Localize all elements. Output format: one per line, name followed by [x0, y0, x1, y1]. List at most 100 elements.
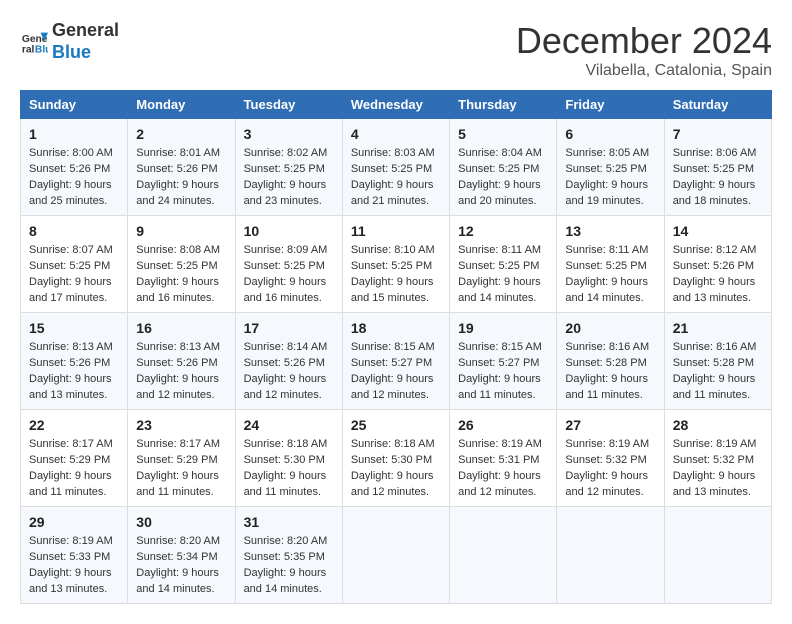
- daylight-text: Daylight: 9 hours and 17 minutes.: [29, 276, 112, 304]
- month-title: December 2024: [516, 20, 772, 62]
- svg-text:Blue: Blue: [35, 44, 48, 55]
- sunrise-text: Sunrise: 8:19 AM: [29, 535, 113, 547]
- day-number: 30: [136, 512, 226, 532]
- day-number: 1: [29, 124, 119, 144]
- calendar-row: 15Sunrise: 8:13 AMSunset: 5:26 PMDayligh…: [21, 313, 772, 410]
- calendar-cell: 5Sunrise: 8:04 AMSunset: 5:25 PMDaylight…: [450, 119, 557, 216]
- daylight-text: Daylight: 9 hours and 16 minutes.: [244, 276, 327, 304]
- sunset-text: Sunset: 5:25 PM: [565, 260, 646, 272]
- sunset-text: Sunset: 5:31 PM: [458, 454, 539, 466]
- calendar-cell: 23 Sunrise: 8:17 AM Sunset: 5:29 PM Dayligh…: [128, 410, 235, 507]
- day-number: 25: [351, 415, 441, 435]
- sunrise-text: Sunrise: 8:13 AM: [29, 341, 113, 353]
- sunrise-text: Sunrise: 8:17 AM: [136, 438, 220, 450]
- sunrise-text: Sunrise: 8:03 AM: [351, 147, 435, 159]
- day-number: 22: [29, 415, 119, 435]
- daylight-text: Daylight: 9 hours and 11 minutes.: [458, 373, 541, 401]
- svg-text:ral: ral: [22, 44, 35, 55]
- day-number: 27: [565, 415, 655, 435]
- calendar-cell: 30Sunrise: 8:20 AMSunset: 5:34 PMDayligh…: [128, 507, 235, 604]
- sunset-text: Sunset: 5:25 PM: [136, 260, 217, 272]
- sunrise-text: Sunrise: 8:05 AM: [565, 147, 649, 159]
- calendar-row: 8Sunrise: 8:07 AMSunset: 5:25 PMDaylight…: [21, 216, 772, 313]
- title-area: December 2024 Vilabella, Catalonia, Spai…: [516, 20, 772, 80]
- calendar-cell: [557, 507, 664, 604]
- sunrise-text: Sunrise: 8:15 AM: [458, 341, 542, 353]
- calendar-row: 22 Sunrise: 8:17 AM Sunset: 5:29 PM Dayligh…: [21, 410, 772, 507]
- col-monday: Monday: [128, 91, 235, 119]
- calendar-cell: 2Sunrise: 8:01 AMSunset: 5:26 PMDaylight…: [128, 119, 235, 216]
- sunset-text: Sunset: 5:30 PM: [351, 454, 432, 466]
- calendar-cell: 15Sunrise: 8:13 AMSunset: 5:26 PMDayligh…: [21, 313, 128, 410]
- logo-icon: Gene ral Blue: [20, 28, 48, 56]
- calendar-cell: 20Sunrise: 8:16 AMSunset: 5:28 PMDayligh…: [557, 313, 664, 410]
- sunrise-text: Sunrise: 8:10 AM: [351, 244, 435, 256]
- sunrise-text: Sunrise: 8:07 AM: [29, 244, 113, 256]
- calendar-row: 1Sunrise: 8:00 AMSunset: 5:26 PMDaylight…: [21, 119, 772, 216]
- day-number: 6: [565, 124, 655, 144]
- daylight-text: Daylight: 9 hours and 15 minutes.: [351, 276, 434, 304]
- daylight-text: Daylight: 9 hours and 24 minutes.: [136, 179, 219, 207]
- logo-line1: General: [52, 20, 119, 42]
- calendar-cell: 14Sunrise: 8:12 AMSunset: 5:26 PMDayligh…: [664, 216, 771, 313]
- sunset-text: Sunset: 5:28 PM: [565, 357, 646, 369]
- calendar-cell: 16Sunrise: 8:13 AMSunset: 5:26 PMDayligh…: [128, 313, 235, 410]
- calendar-cell: 24Sunrise: 8:18 AMSunset: 5:30 PMDayligh…: [235, 410, 342, 507]
- sunset-text: Sunset: 5:32 PM: [673, 454, 754, 466]
- sunset-text: Sunset: 5:25 PM: [565, 163, 646, 175]
- daylight-text: Daylight: 9 hours and 11 minutes.: [29, 470, 112, 498]
- day-number: 19: [458, 318, 548, 338]
- col-thursday: Thursday: [450, 91, 557, 119]
- calendar-cell: 26Sunrise: 8:19 AMSunset: 5:31 PMDayligh…: [450, 410, 557, 507]
- sunrise-text: Sunrise: 8:06 AM: [673, 147, 757, 159]
- calendar-cell: 1Sunrise: 8:00 AMSunset: 5:26 PMDaylight…: [21, 119, 128, 216]
- daylight-text: Daylight: 9 hours and 12 minutes.: [136, 373, 219, 401]
- day-number: 26: [458, 415, 548, 435]
- day-number: 13: [565, 221, 655, 241]
- day-number: 18: [351, 318, 441, 338]
- daylight-text: Daylight: 9 hours and 12 minutes.: [565, 470, 648, 498]
- calendar-cell: 8Sunrise: 8:07 AMSunset: 5:25 PMDaylight…: [21, 216, 128, 313]
- day-number: 15: [29, 318, 119, 338]
- sunrise-text: Sunrise: 8:20 AM: [244, 535, 328, 547]
- col-friday: Friday: [557, 91, 664, 119]
- sunrise-text: Sunrise: 8:11 AM: [565, 244, 648, 256]
- calendar-cell: 21Sunrise: 8:16 AMSunset: 5:28 PMDayligh…: [664, 313, 771, 410]
- sunrise-text: Sunrise: 8:18 AM: [244, 438, 328, 450]
- sunset-text: Sunset: 5:26 PM: [673, 260, 754, 272]
- calendar-table: Sunday Monday Tuesday Wednesday Thursday…: [20, 90, 772, 604]
- sunset-text: Sunset: 5:25 PM: [458, 260, 539, 272]
- sunrise-text: Sunrise: 8:16 AM: [673, 341, 757, 353]
- day-number: 17: [244, 318, 334, 338]
- calendar-cell: 10Sunrise: 8:09 AMSunset: 5:25 PMDayligh…: [235, 216, 342, 313]
- col-sunday: Sunday: [21, 91, 128, 119]
- daylight-text: Daylight: 9 hours and 12 minutes.: [244, 373, 327, 401]
- sunset-text: Sunset: 5:26 PM: [136, 163, 217, 175]
- sunset-text: Sunset: 5:25 PM: [244, 260, 325, 272]
- daylight-text: Daylight: 9 hours and 13 minutes.: [29, 373, 112, 401]
- sunrise-text: Sunrise: 8:18 AM: [351, 438, 435, 450]
- calendar-cell: 9Sunrise: 8:08 AMSunset: 5:25 PMDaylight…: [128, 216, 235, 313]
- sunrise-text: Sunrise: 8:01 AM: [136, 147, 220, 159]
- col-saturday: Saturday: [664, 91, 771, 119]
- daylight-text: Daylight: 9 hours and 13 minutes.: [673, 276, 756, 304]
- daylight-text: Daylight: 9 hours and 11 minutes.: [136, 470, 219, 498]
- day-number: 24: [244, 415, 334, 435]
- daylight-text: Daylight: 9 hours and 21 minutes.: [351, 179, 434, 207]
- header-row: Sunday Monday Tuesday Wednesday Thursday…: [21, 91, 772, 119]
- calendar-cell: 22Sunrise: 8:17 AMSunset: 5:29 PMDayligh…: [21, 410, 128, 507]
- sunrise-text: Sunrise: 8:02 AM: [244, 147, 328, 159]
- calendar-cell: 25Sunrise: 8:18 AMSunset: 5:30 PMDayligh…: [342, 410, 449, 507]
- daylight-text: Daylight: 9 hours and 11 minutes.: [244, 470, 327, 498]
- daylight-text: Daylight: 9 hours and 11 minutes.: [565, 373, 648, 401]
- sunset-text: Sunset: 5:29 PM: [136, 454, 217, 466]
- sunrise-text: Sunrise: 8:11 AM: [458, 244, 541, 256]
- sunset-text: Sunset: 5:35 PM: [244, 551, 325, 563]
- day-number: 23: [136, 415, 226, 435]
- logo: Gene ral Blue General Blue: [20, 20, 119, 63]
- sunset-text: Sunset: 5:25 PM: [244, 163, 325, 175]
- day-number: 29: [29, 512, 119, 532]
- page-header: Gene ral Blue General Blue December 2024…: [20, 20, 772, 80]
- daylight-text: Daylight: 9 hours and 14 minutes.: [565, 276, 648, 304]
- sunset-text: Sunset: 5:26 PM: [29, 163, 110, 175]
